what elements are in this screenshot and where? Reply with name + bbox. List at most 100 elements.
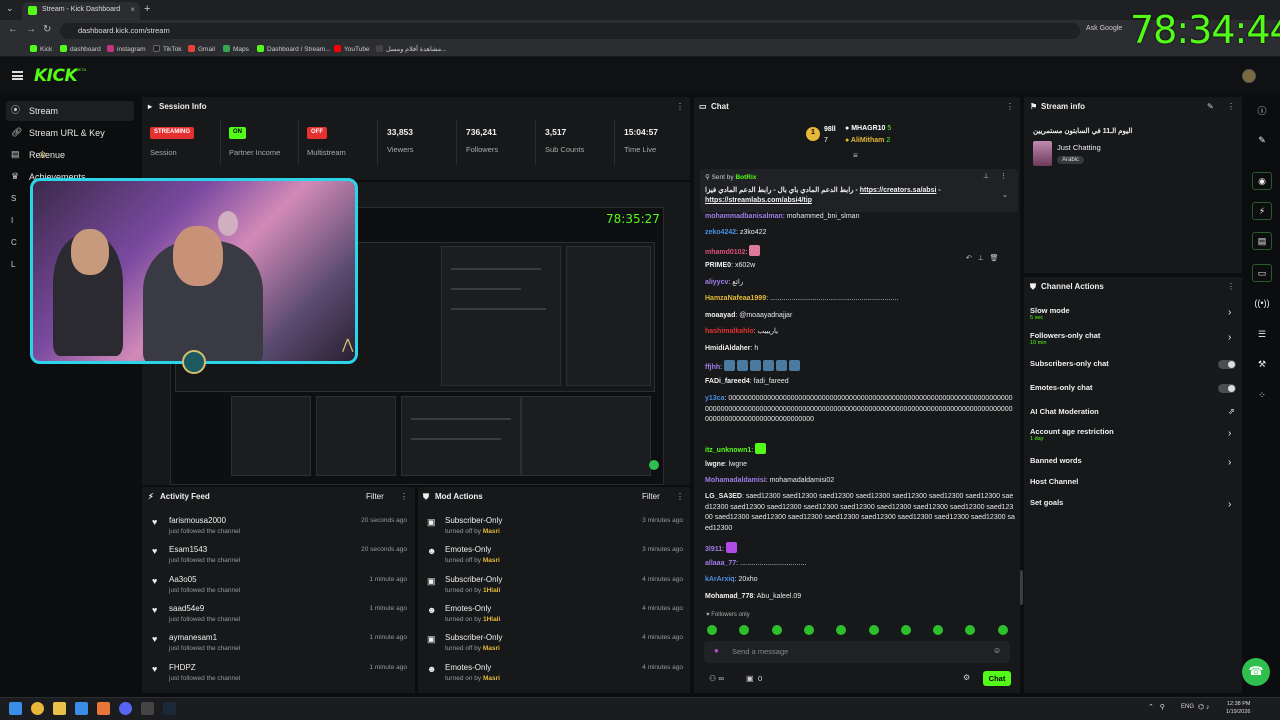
chat-username[interactable]: moaayad: [705, 312, 735, 319]
chat-username[interactable]: y13ca: [705, 395, 724, 402]
chat-message[interactable]: Mohamadaldamisi: mohamadaldamisi02: [705, 476, 1015, 487]
camera-icon[interactable]: ◉: [1252, 172, 1272, 190]
chat-message[interactable]: kArArxiq: 20xho: [705, 575, 1015, 586]
sidebar-item-revenue[interactable]: ▤ Revenue: [6, 145, 134, 165]
chat-username[interactable]: LG_SA3ED: [705, 493, 742, 500]
chevron-right-icon[interactable]: ›: [1228, 332, 1231, 343]
chevron-down-icon[interactable]: ⌄: [1002, 191, 1008, 199]
chat-message[interactable]: aliyycv: رائع: [705, 278, 1015, 289]
chat-message[interactable]: PRIME0: x602w: [705, 261, 1015, 272]
collapse-icon[interactable]: ≡: [853, 151, 858, 160]
emote-picker-icon[interactable]: [997, 625, 1008, 635]
sidebar-item-partial[interactable]: S: [11, 194, 16, 203]
chat-message[interactable]: HamzaNafeaa1999: .......................…: [705, 294, 1015, 305]
chat-username[interactable]: itz_unknown1: [705, 447, 751, 454]
chat-username[interactable]: hashimalkahlo: [705, 328, 754, 335]
chat-message[interactable]: FADi_fareed4: fadi_fareed: [705, 377, 1015, 388]
chat-username[interactable]: allaaa_77: [705, 560, 736, 567]
chevron-right-icon[interactable]: ›: [1228, 428, 1231, 439]
wrench-icon[interactable]: ⚒: [1252, 356, 1272, 374]
chat-send-button[interactable]: Chat: [983, 671, 1011, 686]
sidebar-item-partial[interactable]: I: [11, 216, 13, 225]
activity-user[interactable]: saad54e9: [169, 604, 204, 613]
emote-picker-icon[interactable]: [900, 625, 911, 635]
more-icon[interactable]: ⋮: [1006, 102, 1014, 111]
bookmark-dashboard-stream[interactable]: Dashboard / Stream...: [257, 45, 331, 53]
taskbar-clock[interactable]: 12:38 PM 1/19/2026: [1226, 700, 1250, 716]
emoji-icon[interactable]: ☺: [993, 646, 1001, 655]
mod-filter-button[interactable]: Filter: [642, 492, 660, 501]
clipboard-icon[interactable]: ▤: [1252, 232, 1272, 250]
external-link-icon[interactable]: ⇗: [1228, 407, 1235, 416]
chrome-icon[interactable]: [31, 702, 44, 715]
language-indicator[interactable]: ENG: [1181, 704, 1194, 710]
broadcast-icon[interactable]: ((•)): [1252, 295, 1272, 313]
user-avatar[interactable]: [1242, 69, 1256, 83]
chevron-right-icon[interactable]: ›: [1228, 499, 1231, 510]
channel-action-label[interactable]: Host Channel: [1030, 477, 1078, 486]
menu-icon[interactable]: [12, 71, 23, 80]
channel-action-label[interactable]: Set goals: [1030, 498, 1063, 507]
gift-icon[interactable]: ▣: [746, 674, 754, 683]
tab-search-icon[interactable]: ⌄: [6, 3, 14, 14]
chat-scrollbar[interactable]: [1020, 570, 1023, 605]
bookmark-kick[interactable]: Kick: [30, 45, 52, 53]
channel-action-label[interactable]: Followers-only chat: [1030, 331, 1100, 340]
file-explorer-icon[interactable]: [53, 702, 66, 715]
chat-bubble-icon[interactable]: ▭: [1252, 264, 1272, 282]
chat-message[interactable]: ffjhh:: [705, 360, 1015, 374]
chat-username[interactable]: kArArxiq: [705, 576, 735, 583]
chat-username[interactable]: PRIME0: [705, 262, 731, 269]
kick-logo[interactable]: KICK: [34, 66, 78, 86]
edit-icon[interactable]: ✎: [1207, 102, 1214, 111]
chat-username[interactable]: mohammadbanisalman: [705, 213, 783, 220]
chat-message[interactable]: hashimalkahlo: ياريييب: [705, 327, 1015, 338]
steam-icon[interactable]: [163, 702, 176, 715]
more-icon[interactable]: ⋮: [1227, 282, 1235, 291]
browser-tab[interactable]: Stream - Kick Dashboard ×: [22, 2, 140, 20]
multistream-badge[interactable]: OFF: [307, 127, 327, 139]
chat-username[interactable]: ffjhh: [705, 364, 720, 371]
chat-username[interactable]: mhamd0102: [705, 249, 745, 256]
activity-user[interactable]: Aa3o05: [169, 575, 197, 584]
chevron-right-icon[interactable]: ›: [1228, 457, 1231, 468]
chat-message[interactable]: zeko4242: z3ko422: [705, 228, 1015, 239]
more-icon[interactable]: ⋮: [1000, 172, 1007, 180]
toggle-switch[interactable]: [1218, 384, 1236, 393]
chat-username[interactable]: Mohamadaldamisi: [705, 477, 766, 484]
app-icon[interactable]: [97, 702, 110, 715]
chat-message[interactable]: itz_unknown1:: [705, 443, 1015, 457]
bookmark-tiktok[interactable]: TikTok: [153, 45, 182, 53]
more-icon[interactable]: ⋮: [400, 492, 408, 501]
chat-username[interactable]: lwgne: [705, 461, 725, 468]
tray-icons[interactable]: ⌃ ⚲: [1148, 703, 1165, 711]
bookmark-maps[interactable]: Maps: [223, 45, 249, 53]
activity-user[interactable]: farismousa2000: [169, 516, 226, 525]
windows-start-icon[interactable]: [9, 702, 22, 715]
new-tab-icon[interactable]: +: [144, 3, 150, 15]
support-chat-button[interactable]: ☎: [1242, 658, 1270, 686]
message-actions[interactable]: ↶ ⊥ 🗑︎: [966, 254, 999, 262]
pinned-link[interactable]: https://creators.sa/absi: [860, 187, 937, 194]
toggle-switch[interactable]: [1218, 360, 1236, 369]
partner-income-badge[interactable]: ON: [229, 127, 246, 139]
channel-action-label[interactable]: AI Chat Moderation: [1030, 407, 1099, 416]
apps-icon[interactable]: ⁘: [1252, 387, 1272, 405]
discord-icon[interactable]: [119, 702, 132, 715]
channel-action-label[interactable]: Subscribers-only chat: [1030, 359, 1109, 368]
channel-action-label[interactable]: Emotes-only chat: [1030, 383, 1093, 392]
chat-message[interactable]: y13ca: 000000000000000000000000000000000…: [705, 394, 1015, 426]
chat-message[interactable]: allaaa_77: .............................…: [705, 559, 1015, 570]
activity-user[interactable]: Esam1543: [169, 545, 207, 554]
users-icon[interactable]: ⚇ ∞: [709, 674, 724, 683]
ask-google-button[interactable]: Ask Google: [1086, 25, 1122, 32]
chat-username[interactable]: HmidiAldaher: [705, 345, 751, 352]
app-icon[interactable]: [141, 702, 154, 715]
bookmark-gmail[interactable]: Gmail: [188, 45, 215, 53]
forward-icon[interactable]: →: [26, 24, 36, 35]
more-icon[interactable]: ⋮: [676, 492, 684, 501]
chat-message[interactable]: Mohamad_778: Abu_kaleel.09: [705, 592, 1015, 603]
emote-picker-icon[interactable]: [707, 625, 717, 635]
chat-username[interactable]: 3l911: [705, 546, 722, 553]
pinned-link[interactable]: https://streamlabs.com/absi4/tip: [705, 197, 812, 204]
